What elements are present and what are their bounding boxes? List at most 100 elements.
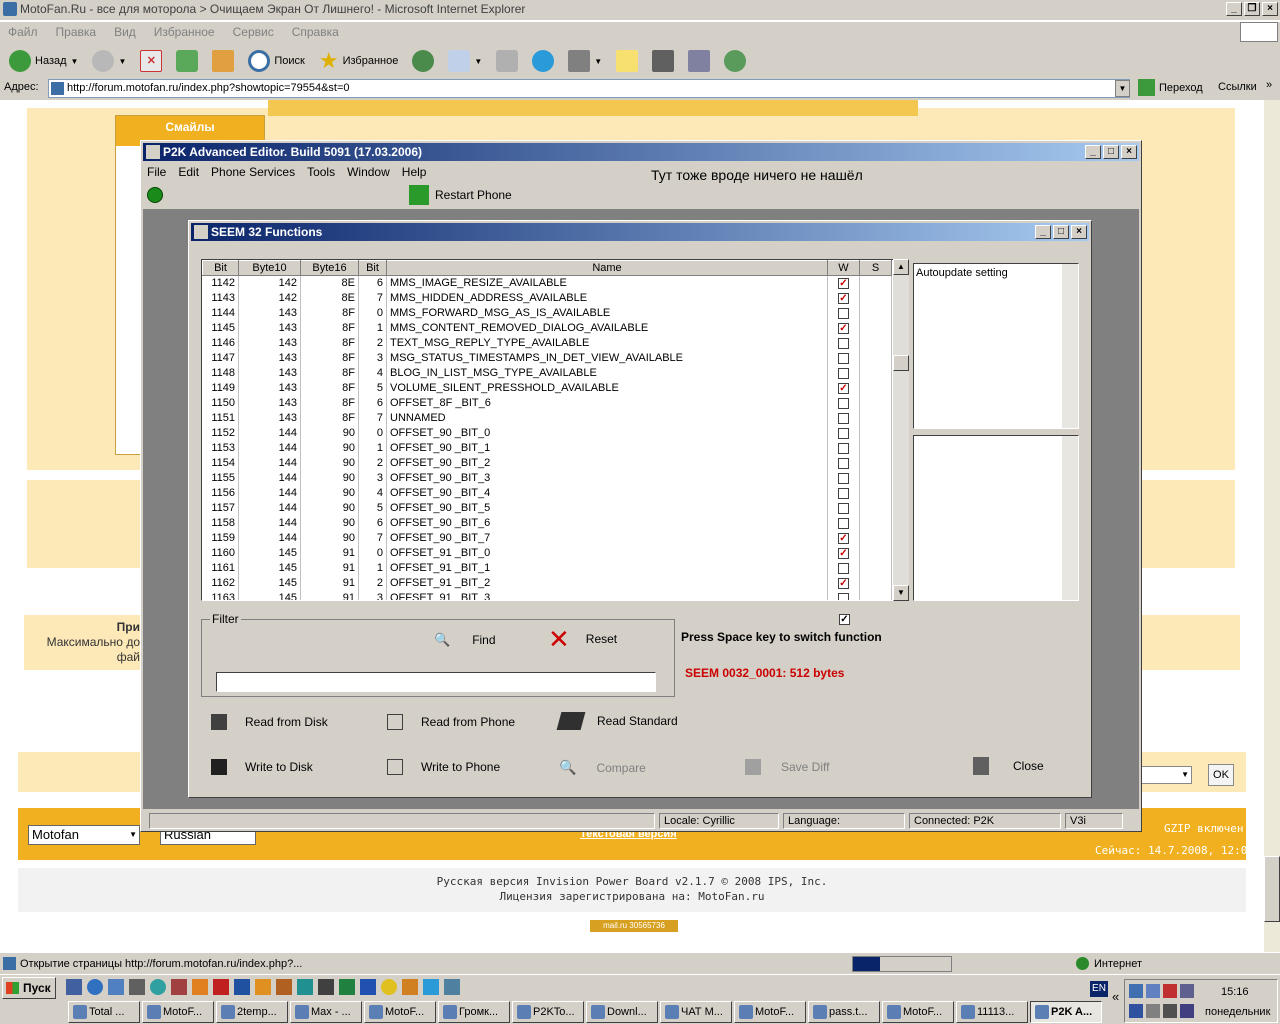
ql-icon-15[interactable] [360,979,376,995]
p2k-menu-edit[interactable]: Edit [178,163,199,181]
table-row[interactable]: 1163 145 91 3 OFFSET_91 _BIT_3 [202,590,892,600]
taskbar-button[interactable]: 2temp... [216,1001,288,1023]
ql-icon-12[interactable] [297,979,313,995]
write-checkbox[interactable]: ✓ [838,382,849,394]
table-row[interactable]: 1142 142 8E 6 MMS_IMAGE_RESIZE_AVAILABLE ✓ [202,275,892,291]
taskbar-button[interactable]: P2K A... [1030,1001,1102,1023]
p2k-menu-file[interactable]: File [147,163,166,181]
table-row[interactable]: 1157 144 90 5 OFFSET_90 _BIT_5 [202,500,892,516]
ql-icon-7[interactable] [192,979,208,995]
close-seem-button[interactable]: Close [973,757,1044,775]
write-checkbox[interactable] [838,352,849,364]
col-w[interactable]: W [827,260,860,276]
ql-icon-18[interactable] [423,979,439,995]
write-checkbox[interactable] [838,502,849,514]
table-row[interactable]: 1155 144 90 3 OFFSET_90 _BIT_3 [202,470,892,486]
ql-icon-14[interactable] [339,979,355,995]
write-checkbox[interactable] [838,442,849,454]
write-checkbox[interactable]: ✓ [838,322,849,334]
write-to-disk-button[interactable]: Write to Disk [211,759,313,775]
write-checkbox[interactable] [838,592,849,600]
menu-view[interactable]: Вид [114,22,136,42]
ql-icon-10[interactable] [255,979,271,995]
seem-minimize-button[interactable]: _ [1035,225,1051,239]
table-row[interactable]: 1145 143 8F 1 MMS_CONTENT_REMOVED_DIALOG_AVA… [202,320,892,336]
ql-icon-16[interactable] [381,979,397,995]
taskbar-button[interactable]: P2KTo... [512,1001,584,1023]
taskbar-button[interactable]: MotoF... [734,1001,806,1023]
back-button[interactable]: Назад ▼ [6,47,81,75]
menu-tools[interactable]: Сервис [233,22,274,42]
table-row[interactable]: 1150 143 8F 6 OFFSET_8F _BIT_6 [202,395,892,411]
menu-favorites[interactable]: Избранное [154,22,215,42]
p2k-menu-tools[interactable]: Tools [307,163,335,181]
write-checkbox[interactable] [838,412,849,424]
ql-icon-6[interactable] [171,979,187,995]
taskbar-button[interactable]: Max - ... [290,1001,362,1023]
filter-input[interactable] [216,672,656,692]
write-checkbox[interactable] [838,307,849,319]
col-bit[interactable]: Bit [202,260,239,276]
history-button[interactable] [409,47,437,75]
toolbar-extra-button[interactable]: ▼ [565,47,605,75]
table-row[interactable]: 1152 144 90 0 OFFSET_90 _BIT_0 [202,425,892,441]
table-row[interactable]: 1156 144 90 4 OFFSET_90 _BIT_4 [202,485,892,501]
restart-phone-button[interactable]: Restart Phone [409,185,512,205]
menu-edit[interactable]: Правка [56,22,97,42]
lang-indicator[interactable]: EN [1090,981,1108,997]
write-checkbox[interactable] [838,562,849,574]
p2k-maximize-button[interactable]: □ [1103,145,1119,159]
refresh-button[interactable] [173,47,201,75]
note-button[interactable] [613,47,641,75]
space-toggle-checkbox[interactable]: ✓ [839,613,850,625]
write-checkbox[interactable] [838,487,849,499]
taskbar-button[interactable]: MotoF... [142,1001,214,1023]
page-select[interactable]: ▼ [1140,766,1192,784]
ql-icon-4[interactable] [129,979,145,995]
table-row[interactable]: 1144 143 8F 0 MMS_FORWARD_MSG_AS_IS_AVAILABL… [202,305,892,321]
col-bit2[interactable]: Bit [358,260,387,276]
menu-help[interactable]: Справка [292,22,339,42]
stop-button[interactable]: ✕ [137,47,165,75]
ok-button[interactable]: OK [1208,764,1234,786]
seem-close-button[interactable]: × [1071,225,1087,239]
p2k-close-button[interactable]: × [1121,145,1137,159]
k-button[interactable] [649,47,677,75]
tools-button[interactable] [685,47,713,75]
taskbar-button[interactable]: Downl... [586,1001,658,1023]
compare-button[interactable]: 🔍 Compare [559,759,646,776]
table-row[interactable]: 1149 143 8F 5 VOLUME_SILENT_PRESSHOLD_AVAILA… [202,380,892,396]
address-dropdown[interactable]: ▼ [1115,80,1130,97]
write-checkbox[interactable]: ✓ [838,532,849,544]
tray-icon-6[interactable] [1146,1004,1160,1018]
ql-icon-13[interactable] [318,979,334,995]
tray-icon-4[interactable] [1180,984,1194,998]
ql-icon-9[interactable] [234,979,250,995]
taskbar-button[interactable]: Total ... [68,1001,140,1023]
address-input[interactable]: http://forum.motofan.ru/index.php?showto… [48,79,1130,98]
table-row[interactable]: 1154 144 90 2 OFFSET_90 _BIT_2 [202,455,892,471]
links-label[interactable]: Ссылки [1218,81,1257,93]
ql-icon-17[interactable] [402,979,418,995]
tray-icon-3[interactable] [1163,984,1177,998]
taskbar-button[interactable]: Громк... [438,1001,510,1023]
mailru-counter[interactable]: mail.ru 30565736 [590,920,678,932]
tray-icon-5[interactable] [1129,1004,1143,1018]
seem-maximize-button[interactable]: □ [1053,225,1069,239]
tray-icon-1[interactable] [1129,984,1143,998]
table-row[interactable]: 1146 143 8F 2 TEXT_MSG_REPLY_TYPE_AVAILABLE [202,335,892,351]
grid-scrollbar[interactable]: ▲ ▼ [893,259,909,601]
write-checkbox[interactable] [838,517,849,529]
minimize-button[interactable]: _ [1226,2,1242,16]
table-row[interactable]: 1153 144 90 1 OFFSET_90 _BIT_1 [202,440,892,456]
write-checkbox[interactable]: ✓ [838,547,849,559]
table-row[interactable]: 1160 145 91 0 OFFSET_91 _BIT_0 ✓ [202,545,892,561]
home-button[interactable] [209,47,237,75]
table-row[interactable]: 1159 144 90 7 OFFSET_90 _BIT_7 ✓ [202,530,892,546]
col-s[interactable]: S [859,260,892,276]
tray-icon-2[interactable] [1146,984,1160,998]
p2k-menu-help[interactable]: Help [402,163,427,181]
ql-icon-8[interactable] [213,979,229,995]
ql-icon-3[interactable] [108,979,124,995]
write-checkbox[interactable]: ✓ [838,277,849,289]
